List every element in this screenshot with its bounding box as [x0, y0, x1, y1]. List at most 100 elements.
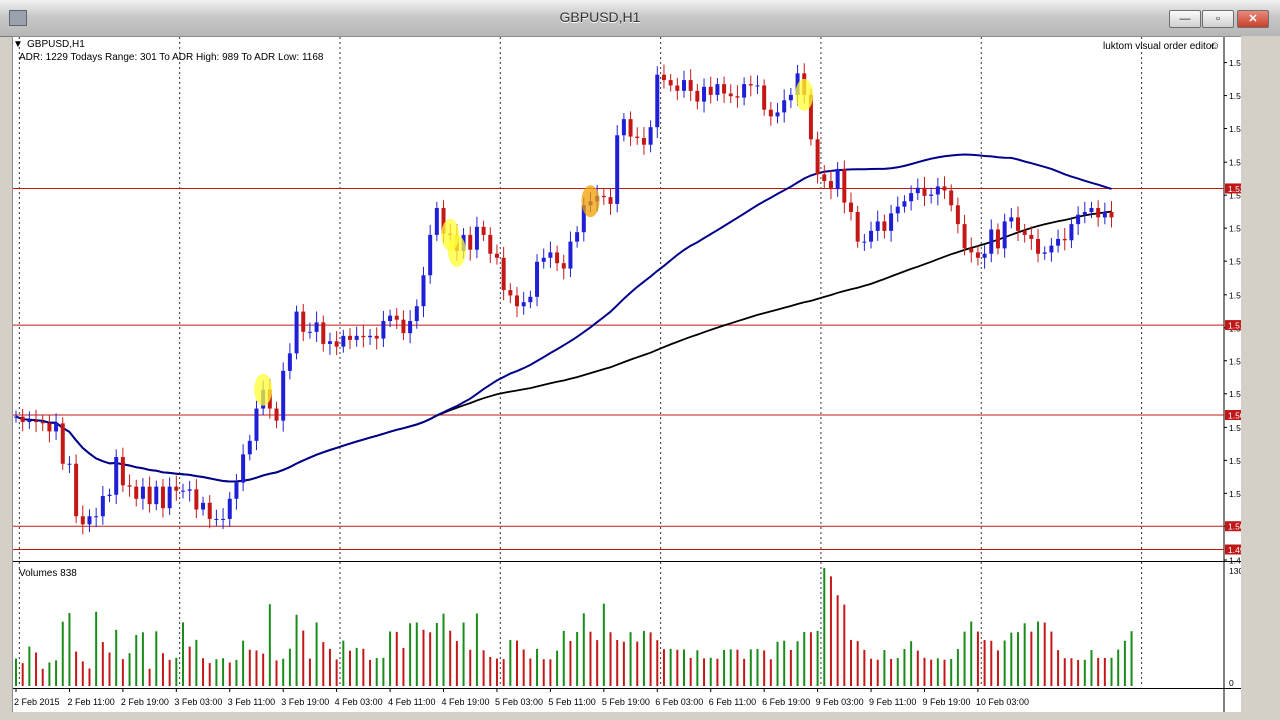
candle-body [87, 516, 92, 525]
candle-body [327, 341, 332, 344]
candle-body [755, 85, 760, 87]
price-tick-label: 1.51775 [1229, 290, 1241, 300]
candle-body [915, 187, 920, 194]
smiley-icon: ☺ [1209, 40, 1221, 52]
title-bar[interactable]: GBPUSD,H1 — ▫ ✕ [0, 0, 1280, 37]
time-tick-label: 4 Feb 03:00 [335, 697, 383, 707]
candle-body [675, 85, 680, 91]
candle-body [528, 296, 533, 303]
candle-body [521, 302, 526, 307]
candle-body [14, 416, 18, 418]
price-tick-label: 1.49805 [1229, 556, 1241, 566]
candle-body [889, 213, 894, 231]
price-tick-label: 1.52760 [1229, 158, 1241, 168]
candle-highlight [447, 235, 466, 268]
candle-body [1096, 207, 1101, 218]
candle-body [381, 321, 386, 339]
candle-body [601, 195, 606, 198]
candle-body [301, 311, 306, 332]
candle-body [922, 187, 927, 196]
candle-body [214, 518, 219, 520]
candle-body [421, 275, 426, 307]
chart-area[interactable]: 1.535001.532551.530101.527601.525151.522… [12, 36, 1242, 714]
candle-body [1056, 238, 1061, 246]
volume-max-label: 13004 [1229, 566, 1241, 576]
candle-body [621, 119, 626, 136]
candle-body [1089, 207, 1094, 213]
candle-body [828, 181, 833, 190]
candle-body [468, 234, 473, 250]
candle-body [989, 229, 994, 254]
candle-body [60, 423, 65, 464]
price-level-label: 1.50882 [1228, 411, 1241, 421]
candle-body [855, 212, 860, 242]
moving-average-black [15, 210, 1112, 483]
time-tick-label: 6 Feb 19:00 [762, 697, 810, 707]
close-button[interactable]: ✕ [1237, 10, 1269, 28]
candle-body [67, 463, 72, 465]
time-tick-label: 3 Feb 19:00 [281, 697, 329, 707]
candle-body [281, 370, 286, 421]
candle-body [107, 494, 112, 497]
candle-body [835, 168, 840, 190]
time-tick-label: 6 Feb 03:00 [655, 697, 703, 707]
candle-body [494, 253, 499, 258]
price-tick-label: 1.50545 [1229, 456, 1241, 466]
maximize-button[interactable]: ▫ [1202, 10, 1234, 28]
candle-body [74, 463, 79, 517]
candle-body [942, 186, 947, 191]
candle-body [1082, 212, 1087, 215]
candle-body [708, 86, 713, 95]
window-title: GBPUSD,H1 [559, 9, 641, 25]
candle-body [735, 96, 740, 98]
candle-body [201, 502, 206, 510]
adr-info: ADR: 1229 Todays Range: 301 To ADR High:… [19, 52, 324, 63]
candle-body [254, 408, 259, 441]
window-bottom-border [0, 712, 1280, 720]
candle-body [1029, 234, 1034, 239]
time-tick-label: 9 Feb 03:00 [816, 697, 864, 707]
chart-canvas[interactable]: 1.535001.532551.530101.527601.525151.522… [13, 37, 1241, 713]
time-tick-label: 5 Feb 19:00 [602, 697, 650, 707]
candle-body [227, 498, 232, 519]
candle-body [541, 257, 546, 262]
price-tick-label: 1.50300 [1229, 489, 1241, 499]
window-left-border [0, 36, 12, 716]
candle-body [748, 84, 753, 86]
candle-body [368, 335, 373, 338]
dropdown-triangle-icon[interactable]: ▼ [13, 39, 23, 50]
candle-body [354, 335, 359, 340]
price-level-label: 1.49883 [1228, 545, 1241, 555]
candle-body [842, 168, 847, 203]
price-tick-label: 1.51285 [1229, 356, 1241, 366]
candle-highlight [581, 185, 600, 218]
candle-body [561, 263, 566, 269]
candle-body [1009, 217, 1014, 222]
candle-body [127, 485, 132, 487]
time-tick-label: 5 Feb 11:00 [548, 697, 595, 707]
time-tick-label: 2 Feb 11:00 [67, 697, 114, 707]
candle-body [488, 234, 493, 254]
window-right-border [1241, 36, 1280, 720]
indicator-label: luktom visual order editor [1103, 41, 1215, 52]
candle-body [341, 335, 346, 347]
candle-highlight [254, 373, 273, 406]
candle-body [140, 486, 145, 499]
price-tick-label: 1.50790 [1229, 423, 1241, 433]
candle-body [241, 454, 246, 483]
candle-body [40, 422, 45, 424]
minimize-button[interactable]: — [1169, 10, 1201, 28]
candle-body [608, 197, 613, 204]
candle-body [1109, 212, 1114, 218]
time-tick-label: 9 Feb 11:00 [869, 697, 916, 707]
candle-body [80, 516, 85, 525]
candle-body [334, 341, 339, 347]
time-tick-label: 3 Feb 11:00 [228, 697, 275, 707]
candle-body [1002, 221, 1007, 249]
candle-body [47, 423, 52, 432]
candle-body [147, 486, 152, 505]
candle-body [515, 295, 519, 307]
price-tick-label: 1.53500 [1229, 58, 1241, 68]
candle-body [815, 139, 820, 175]
candle-body [962, 224, 967, 249]
